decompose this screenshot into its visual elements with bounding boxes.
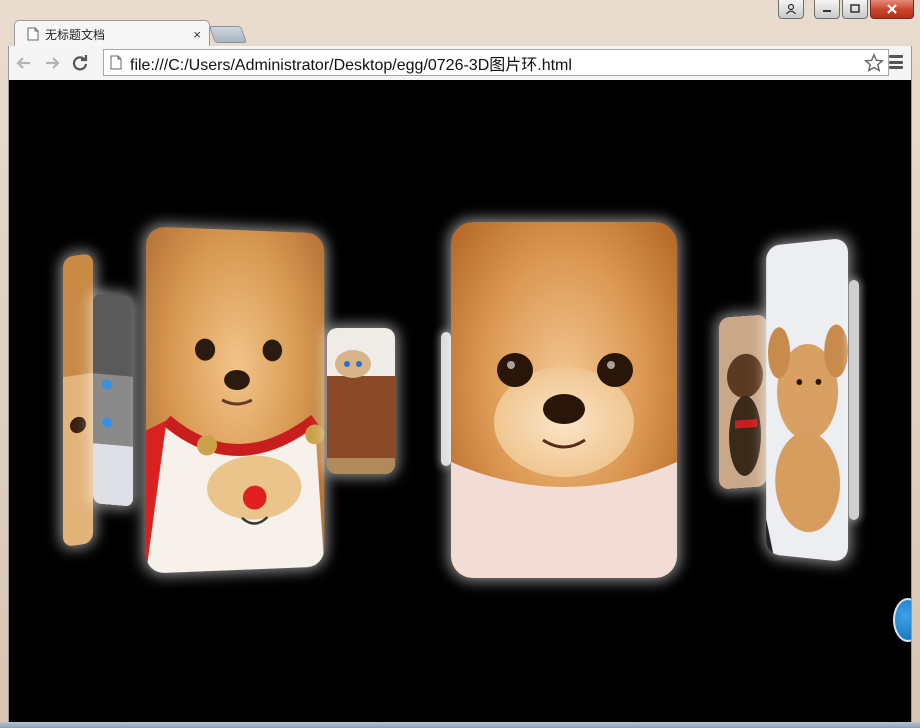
reload-button[interactable] <box>67 50 93 76</box>
kitten-in-box-image <box>327 328 395 474</box>
tab-strip: 无标题文档 × <box>0 14 920 47</box>
reload-icon <box>72 55 88 71</box>
back-button[interactable] <box>11 50 37 76</box>
address-bar[interactable]: file:///C:/Users/Administrator/Desktop/e… <box>103 49 889 76</box>
document-icon <box>27 27 39 41</box>
bunny-image <box>766 237 849 563</box>
maximize-icon <box>850 4 860 13</box>
forward-arrow-icon <box>46 57 60 69</box>
floating-widget-icon[interactable] <box>893 598 911 642</box>
tab-title: 无标题文档 <box>45 27 106 42</box>
carousel-card-center-back[interactable] <box>441 332 451 466</box>
minimize-icon <box>823 10 831 12</box>
back-arrow-icon <box>16 57 30 69</box>
carousel-card-center-left-back[interactable] <box>327 328 395 474</box>
yorkie-image <box>719 314 767 490</box>
new-tab-button[interactable] <box>208 26 248 43</box>
carousel-card-center[interactable] <box>451 222 677 578</box>
pomeranian-image <box>63 252 93 548</box>
tab-close-icon[interactable]: × <box>193 27 201 42</box>
forward-button[interactable] <box>39 50 65 76</box>
carousel-card-right[interactable] <box>766 237 849 563</box>
url-text[interactable]: file:///C:/Users/Administrator/Desktop/e… <box>130 51 864 75</box>
pomeranian-bib-image <box>145 226 325 574</box>
page-icon <box>110 55 122 70</box>
star-icon[interactable] <box>864 52 884 73</box>
carousel-card-right-back[interactable] <box>719 314 767 490</box>
partial-image <box>441 332 451 466</box>
pomeranian-face-image <box>451 222 677 578</box>
tab-active[interactable]: 无标题文档 × <box>14 20 210 47</box>
carousel-card-left-back[interactable] <box>93 293 133 507</box>
hamburger-menu-icon[interactable] <box>887 53 905 71</box>
partial-image <box>849 280 859 520</box>
carousel-card-far-right[interactable] <box>849 280 859 520</box>
browser-toolbar: file:///C:/Users/Administrator/Desktop/e… <box>8 46 912 80</box>
carousel-card-far-left[interactable] <box>63 252 93 548</box>
kitten-image <box>93 293 133 507</box>
browser-window: 无标题文档 × file:///C:/Users/Administrator/D… <box>0 0 920 728</box>
taskbar-edge <box>0 722 920 728</box>
carousel-card-left[interactable] <box>145 226 325 574</box>
page-viewport <box>8 80 912 722</box>
